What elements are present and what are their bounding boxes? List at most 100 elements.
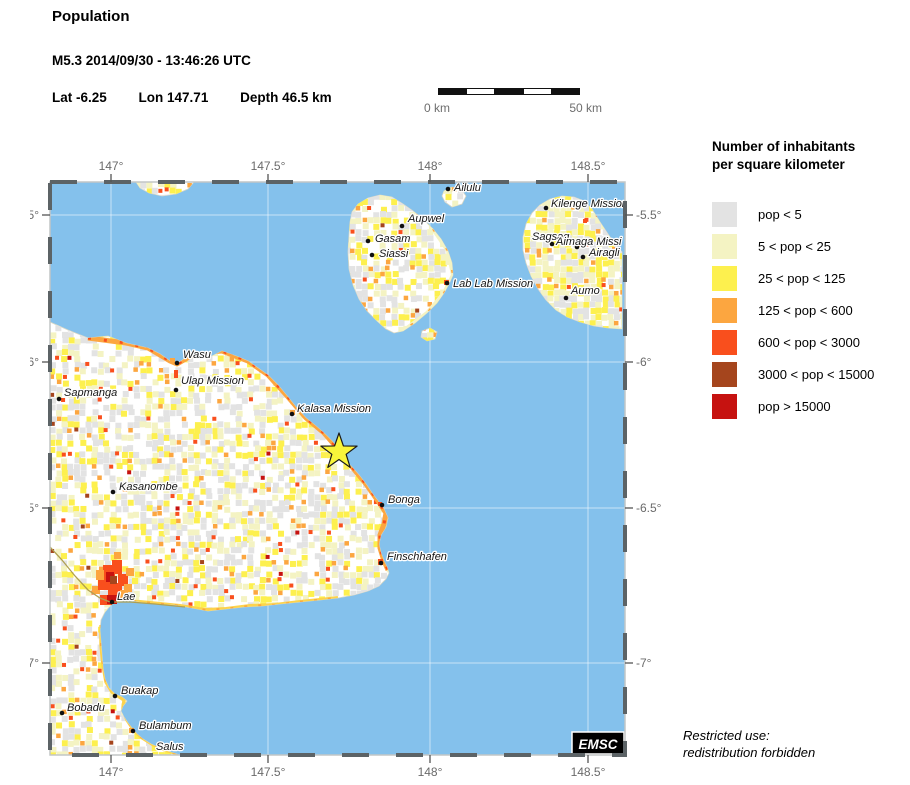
place-label-buakap: Buakap xyxy=(121,685,158,697)
axis-label-right: -5.5° xyxy=(636,208,662,222)
place-label-kasanombe: Kasanombe xyxy=(119,481,178,493)
place-dot-kalasa-mission xyxy=(290,412,295,417)
scale-bar-zero-label: 0 km xyxy=(424,101,450,115)
axis-label-top: 148° xyxy=(418,159,443,173)
axis-label-right: -6.5° xyxy=(636,501,662,515)
place-label-sapmanga: Sapmanga xyxy=(64,387,117,399)
place-dot-buakap xyxy=(113,694,118,699)
place-dot-lae xyxy=(110,600,115,605)
place-dot-finschhafen xyxy=(379,561,384,566)
legend-item: 3000 < pop < 15000 xyxy=(712,362,907,387)
place-label-kalasa-mission: Kalasa Mission xyxy=(297,403,371,415)
axis-label-left: -7° xyxy=(30,656,39,670)
population-map: Ailulu Aupwel Gasam Siassi Lab Lab Mission Ki… xyxy=(30,155,665,785)
place-label-kilenge-mission: Kilenge Mission xyxy=(551,198,628,210)
population-hotspot xyxy=(583,219,587,223)
place-dot-bobadu xyxy=(60,711,65,716)
place-label-aumo: Aumo xyxy=(570,285,600,297)
place-label-aupwel: Aupwel xyxy=(407,213,445,225)
place-label-salus: Salus xyxy=(156,741,184,753)
place-dot-kasanombe xyxy=(111,490,116,495)
legend-label: 3000 < pop < 15000 xyxy=(758,367,874,382)
event-magnitude-line: M5.3 2014/09/30 - 13:46:26 UTC xyxy=(52,53,251,68)
scale-bar-segment xyxy=(551,89,579,94)
legend-title: Number of inhabitants per square kilomet… xyxy=(712,138,907,174)
axis-label-left: -6° xyxy=(30,355,39,369)
legend-label: 25 < pop < 125 xyxy=(758,271,845,286)
place-dot-aupwel xyxy=(400,224,405,229)
axis-label-top: 148.5° xyxy=(571,159,606,173)
legend-item: 5 < pop < 25 xyxy=(712,234,907,259)
place-dot-kilenge-mission xyxy=(544,206,549,211)
place-label-lab-lab-mission: Lab Lab Mission xyxy=(453,278,533,290)
place-dot-gasam xyxy=(366,239,371,244)
place-label-bulambum: Bulambum xyxy=(139,720,192,732)
restricted-use-line1: Restricted use: xyxy=(683,727,815,744)
scale-bar-segment xyxy=(466,89,494,94)
place-dot-bulambum xyxy=(131,729,136,734)
legend-item: pop > 15000 xyxy=(712,394,907,419)
legend-swatch xyxy=(712,234,737,259)
place-dot-ulap-mission xyxy=(174,388,179,393)
legend-label: 600 < pop < 3000 xyxy=(758,335,860,350)
legend-item: 125 < pop < 600 xyxy=(712,298,907,323)
population-hotspot xyxy=(126,568,134,576)
population-hotspot xyxy=(132,578,138,584)
population-legend: Number of inhabitants per square kilomet… xyxy=(712,138,907,426)
population-hotspot xyxy=(170,358,175,363)
legend-label: pop > 15000 xyxy=(758,399,831,414)
place-label-ailulu: Ailulu xyxy=(453,182,481,194)
axis-label-bottom: 147° xyxy=(99,765,124,779)
place-label-siassi: Siassi xyxy=(379,248,409,260)
place-label-airagli: Airagli xyxy=(588,247,620,259)
scale-bar-labels: 0 km 50 km xyxy=(424,101,602,115)
emsc-badge-label: EMSC xyxy=(578,737,617,752)
axis-label-bottom: 148° xyxy=(418,765,443,779)
place-label-wasu: Wasu xyxy=(183,349,211,361)
legend-label: 5 < pop < 25 xyxy=(758,239,831,254)
legend-label: pop < 5 xyxy=(758,207,802,222)
place-dot-siassi xyxy=(370,253,375,258)
restricted-use-line2: redistribution forbidden xyxy=(683,744,815,761)
axis-label-left: -5.5° xyxy=(30,208,39,222)
legend-title-line1: Number of inhabitants xyxy=(712,139,855,154)
axis-label-right: -7° xyxy=(636,656,652,670)
scale-bar-max-label: 50 km xyxy=(569,101,602,115)
legend-swatch xyxy=(712,362,737,387)
place-label-gasam: Gasam xyxy=(375,233,410,245)
legend-swatch xyxy=(712,202,737,227)
place-label-lae: Lae xyxy=(117,591,135,603)
place-dot-sapmanga xyxy=(57,397,62,402)
scale-bar-segment xyxy=(494,89,522,94)
place-dot-lab-lab-mission xyxy=(445,281,450,286)
legend-title-line2: per square kilometer xyxy=(712,157,845,172)
place-label-finschhafen: Finschhafen xyxy=(387,551,447,563)
scale-bar xyxy=(438,88,580,95)
population-hotspot xyxy=(110,576,117,584)
axis-label-left: -6.5° xyxy=(30,501,39,515)
population-hotspot xyxy=(96,570,104,580)
scale-bar-segment xyxy=(523,89,551,94)
event-coordinates-line: Lat -6.25 Lon 147.71 Depth 46.5 km xyxy=(52,90,360,105)
event-depth: Depth 46.5 km xyxy=(240,90,332,105)
scale-bar-segment xyxy=(439,89,466,94)
place-dot-airagli xyxy=(581,255,586,260)
page-title: Population xyxy=(52,8,130,25)
legend-item: pop < 5 xyxy=(712,202,907,227)
legend-swatch xyxy=(712,394,737,419)
population-hotspot xyxy=(174,370,178,378)
axis-label-top: 147° xyxy=(99,159,124,173)
population-hotspot xyxy=(112,560,122,574)
event-latitude: Lat -6.25 xyxy=(52,90,107,105)
axis-label-right: -6° xyxy=(636,355,652,369)
legend-swatch xyxy=(712,330,737,355)
legend-swatch xyxy=(712,298,737,323)
legend-item: 600 < pop < 3000 xyxy=(712,330,907,355)
place-dot-aumo xyxy=(564,296,569,301)
axis-label-bottom: 148.5° xyxy=(571,765,606,779)
place-label-bonga: Bonga xyxy=(388,494,420,506)
map-content: Ailulu Aupwel Gasam Siassi Lab Lab Mission Ki… xyxy=(49,181,628,759)
restricted-use-note: Restricted use: redistribution forbidden xyxy=(683,727,815,761)
place-dot-wasu xyxy=(175,361,180,366)
place-label-ulap-mission: Ulap Mission xyxy=(181,375,244,387)
